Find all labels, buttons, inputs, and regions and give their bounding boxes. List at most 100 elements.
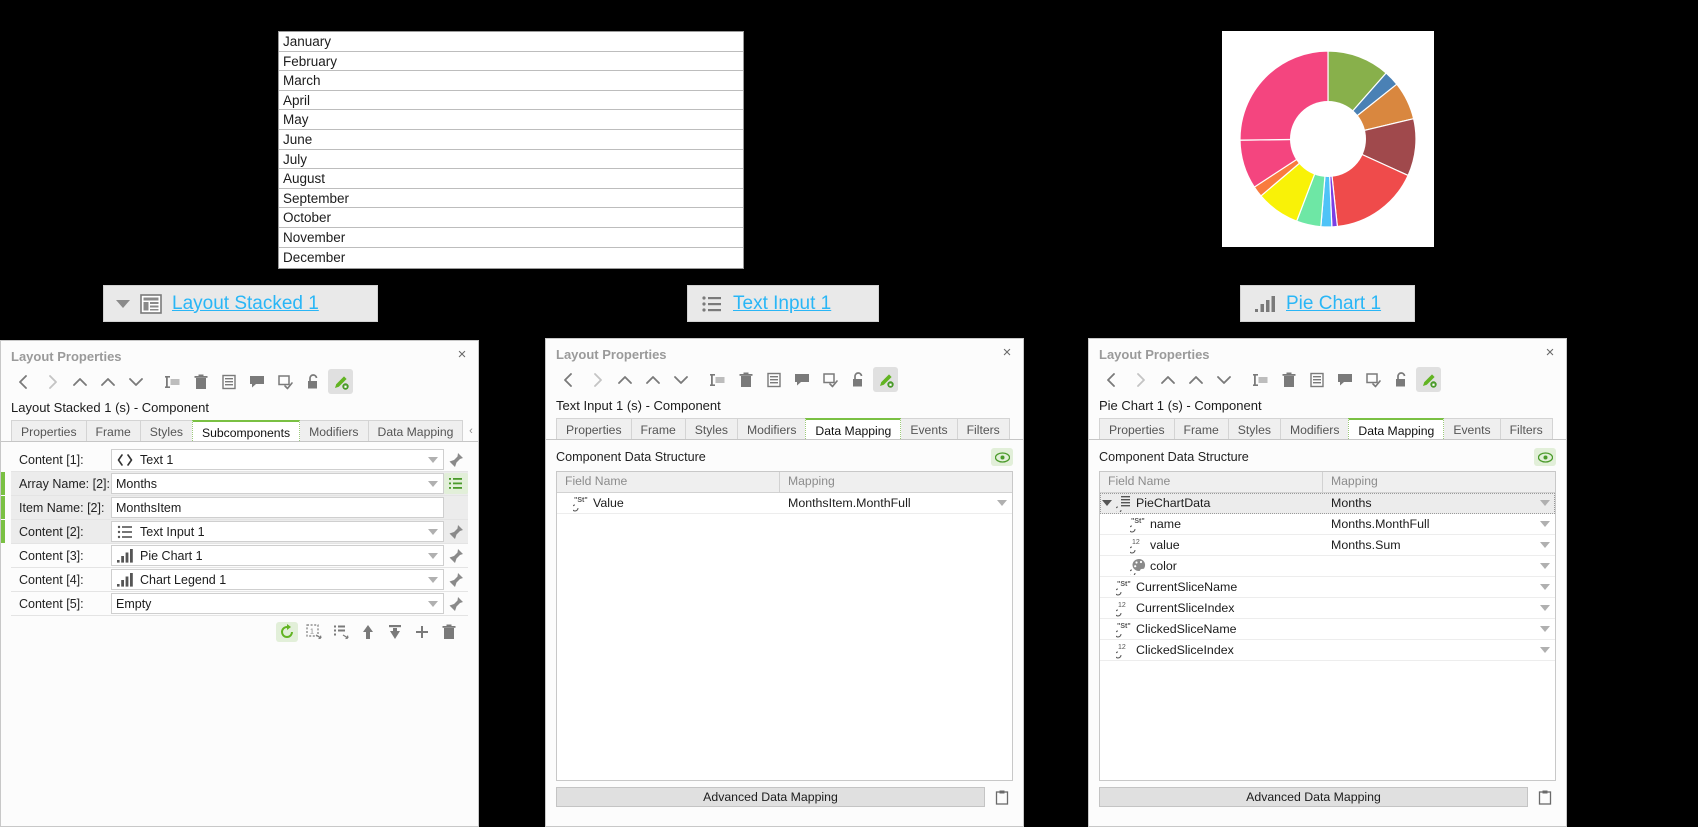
toolbar-back-arrow-button[interactable] [11, 369, 36, 394]
toolbar-forward-arrow-button[interactable] [39, 369, 64, 394]
toolbar-up-chevron-2-button[interactable] [640, 367, 665, 392]
chevron-down-icon[interactable] [1540, 605, 1550, 611]
toolbar-duplicate-button[interactable] [761, 367, 786, 392]
mapping-cell[interactable]: Months.MonthFull [1323, 517, 1555, 531]
subcomponent-value-field[interactable]: Text 1 [111, 449, 444, 470]
data-mapping-row[interactable]: "St" name Months.MonthFull [1100, 514, 1555, 535]
component-badge-pie-chart[interactable]: Pie Chart 1 [1240, 285, 1415, 322]
month-list-item[interactable]: October [279, 208, 743, 228]
subcomponents-delete-button[interactable] [438, 622, 460, 642]
component-badge-text-input[interactable]: Text Input 1 [687, 285, 879, 322]
chevron-down-icon[interactable] [1540, 563, 1550, 569]
subcomponent-value-field[interactable]: Pie Chart 1 [111, 545, 444, 566]
tab-styles[interactable]: Styles [1227, 418, 1281, 439]
toolbar-insert-button[interactable] [160, 369, 185, 394]
toolbar-down-chevron-button[interactable] [1211, 367, 1236, 392]
subcomponent-value-field[interactable]: Chart Legend 1 [111, 569, 444, 590]
tab-modifiers[interactable]: Modifiers [1279, 418, 1350, 439]
toolbar-insert-button[interactable] [1248, 367, 1273, 392]
month-list-item[interactable]: January [279, 32, 743, 52]
tab-scroll-right-icon[interactable]: › [477, 425, 478, 437]
chevron-down-icon[interactable] [1540, 542, 1550, 548]
advanced-data-mapping-button[interactable]: Advanced Data Mapping [556, 787, 985, 807]
badge-label[interactable]: Layout Stacked 1 [172, 293, 319, 315]
subcomponent-value-field[interactable]: Months [111, 473, 444, 494]
tab-data-mapping[interactable]: Data Mapping [1348, 418, 1445, 439]
data-mapping-row[interactable]: "St" CurrentSliceName [1100, 577, 1555, 598]
chevron-down-icon[interactable] [1540, 647, 1550, 653]
mapping-cell[interactable]: Months.Sum [1323, 538, 1555, 552]
clipboard-icon[interactable] [1534, 787, 1556, 807]
data-mapping-row[interactable]: "St" ClickedSliceName [1100, 619, 1555, 640]
subcomponent-row[interactable]: Content [1]: Text 1 [11, 448, 468, 472]
tab-modifiers[interactable]: Modifiers [299, 420, 369, 441]
subcomponents-select-tree-button[interactable] [330, 622, 352, 642]
chevron-down-icon[interactable] [428, 480, 438, 487]
array-list-button[interactable] [444, 473, 468, 494]
chevron-down-icon[interactable] [116, 299, 130, 308]
toolbar-edit-pencil-button[interactable] [873, 367, 898, 392]
toolbar-back-arrow-button[interactable] [556, 367, 581, 392]
tab-styles[interactable]: Styles [139, 420, 193, 441]
toolbar-check-shape-button[interactable] [272, 369, 297, 394]
month-list-item[interactable]: July [279, 150, 743, 170]
data-mapping-row[interactable]: "St" Value MonthsItem.MonthFull [557, 493, 1012, 514]
chevron-down-icon[interactable] [1540, 584, 1550, 590]
toolbar-up-chevron-button[interactable] [67, 369, 92, 394]
chevron-down-icon[interactable] [428, 576, 438, 583]
close-icon[interactable]: × [455, 347, 469, 362]
tab-events[interactable]: Events [1443, 418, 1501, 439]
data-mapping-row[interactable]: 12 value Months.Sum [1100, 535, 1555, 556]
pin-button[interactable] [444, 523, 468, 541]
subcomponent-row[interactable]: Content [3]: Pie Chart 1 [11, 544, 468, 568]
month-list-item[interactable]: September [279, 189, 743, 209]
toolbar-unlock-button[interactable] [1388, 367, 1413, 392]
data-mapping-row[interactable]: 12 ClickedSliceIndex [1100, 640, 1555, 661]
component-badge-layout-stacked[interactable]: Layout Stacked 1 [103, 285, 378, 322]
badge-label[interactable]: Pie Chart 1 [1286, 293, 1381, 315]
tab-data-mapping[interactable]: Data Mapping [367, 420, 464, 441]
chevron-down-icon[interactable] [1540, 626, 1550, 632]
chevron-down-icon[interactable] [428, 552, 438, 559]
toolbar-down-chevron-button[interactable] [668, 367, 693, 392]
toolbar-edit-pencil-button[interactable] [328, 369, 353, 394]
chevron-down-icon[interactable] [1540, 521, 1550, 527]
month-list-item[interactable]: May [279, 110, 743, 130]
month-list-item[interactable]: June [279, 130, 743, 150]
mapping-cell[interactable]: Months [1323, 496, 1555, 510]
toolbar-forward-arrow-button[interactable] [584, 367, 609, 392]
toolbar-insert-button[interactable] [705, 367, 730, 392]
toolbar-check-shape-button[interactable] [817, 367, 842, 392]
pin-button[interactable] [444, 451, 468, 469]
chevron-down-icon[interactable] [428, 528, 438, 535]
subcomponent-row[interactable]: Item Name: [2]: MonthsItem [1, 496, 468, 520]
toolbar-delete-button[interactable] [1276, 367, 1301, 392]
advanced-data-mapping-button[interactable]: Advanced Data Mapping [1099, 787, 1528, 807]
toolbar-up-chevron-2-button[interactable] [1183, 367, 1208, 392]
subcomponent-row[interactable]: Array Name: [2]: Months [1, 472, 468, 496]
data-mapping-row[interactable]: 12 CurrentSliceIndex [1100, 598, 1555, 619]
chevron-down-icon[interactable] [1540, 500, 1550, 506]
toolbar-check-shape-button[interactable] [1360, 367, 1385, 392]
toolbar-up-chevron-button[interactable] [1155, 367, 1180, 392]
toolbar-comment-button[interactable] [1332, 367, 1357, 392]
chevron-down-icon[interactable] [997, 500, 1007, 506]
tab-properties[interactable]: Properties [556, 418, 632, 439]
subcomponents-move-up-button[interactable] [357, 622, 379, 642]
tab-events[interactable]: Events [900, 418, 958, 439]
month-list-item[interactable]: December [279, 248, 743, 268]
pin-button[interactable] [444, 595, 468, 613]
close-icon[interactable]: × [1543, 345, 1557, 360]
tab-frame[interactable]: Frame [630, 418, 686, 439]
tab-modifiers[interactable]: Modifiers [736, 418, 807, 439]
tab-properties[interactable]: Properties [1099, 418, 1175, 439]
data-mapping-row[interactable]: color [1100, 556, 1555, 577]
subcomponent-row[interactable]: Content [2]: Text Input 1 [1, 520, 468, 544]
chevron-down-icon[interactable] [428, 600, 438, 607]
toolbar-unlock-button[interactable] [300, 369, 325, 394]
tab-frame[interactable]: Frame [85, 420, 141, 441]
toolbar-comment-button[interactable] [244, 369, 269, 394]
tab-data-mapping[interactable]: Data Mapping [805, 418, 902, 439]
tab-scroll-left-icon[interactable]: ‹ [466, 425, 475, 437]
subcomponents-add-button[interactable] [411, 622, 433, 642]
